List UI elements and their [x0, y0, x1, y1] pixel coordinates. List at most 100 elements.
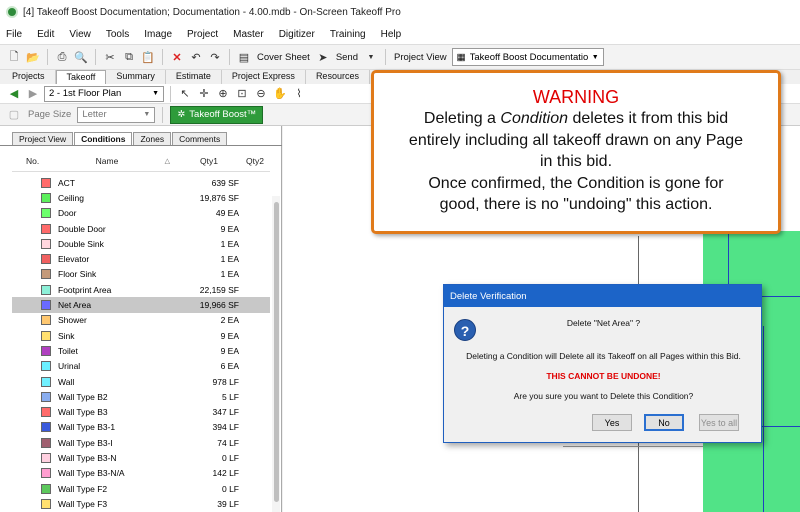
menu-edit[interactable]: Edit	[37, 29, 54, 40]
measure-icon[interactable]: ⌇	[291, 86, 307, 102]
table-row[interactable]: Net Area 19,966 SF	[12, 297, 270, 313]
condition-qty1: 9 EA	[220, 330, 239, 341]
redo-icon[interactable]: ↷	[207, 49, 223, 65]
table-row[interactable]: Wall Type B2 5 LF	[12, 389, 270, 404]
table-row[interactable]: ACT 639 SF	[12, 175, 270, 190]
column-header-qty2[interactable]: Qty2	[218, 156, 264, 171]
column-header-no[interactable]: No.	[12, 156, 42, 171]
send-icon[interactable]: ➤	[315, 49, 331, 65]
paste-icon[interactable]: 📋	[140, 49, 156, 65]
new-file-icon[interactable]: 🗋	[6, 49, 22, 65]
zoom-window-icon[interactable]: ⊡	[234, 86, 250, 102]
menu-project[interactable]: Project	[187, 29, 218, 40]
table-row[interactable]: Wall 978 LF	[12, 374, 270, 389]
table-row[interactable]: Wall Type B3-N 0 LF	[12, 450, 270, 465]
tab-comments[interactable]: Comments	[172, 132, 228, 145]
condition-color-swatch	[41, 315, 51, 326]
condition-name: Shower	[58, 315, 87, 326]
table-row[interactable]: Sink 9 EA	[12, 328, 270, 343]
tab-summary[interactable]: Summary	[106, 70, 166, 84]
table-row[interactable]: Wall Type F2 0 LF	[12, 481, 270, 496]
condition-name: Wall Type F3	[58, 498, 108, 509]
table-row[interactable]: Floor Sink 1 EA	[12, 267, 270, 282]
tab-project-view[interactable]: Project View	[12, 132, 74, 145]
table-row[interactable]: Double Sink 1 EA	[12, 236, 270, 251]
tab-resources[interactable]: Resources	[306, 70, 370, 84]
tab-projects[interactable]: Projects	[2, 70, 56, 84]
condition-color-swatch	[41, 300, 51, 311]
table-row[interactable]: Wall Type B3-1 394 LF	[12, 420, 270, 435]
table-row[interactable]: Elevator 1 EA	[12, 251, 270, 266]
warning-callout: WARNING Deleting a Condition deletes it …	[371, 70, 781, 234]
menu-image[interactable]: Image	[144, 29, 172, 40]
menu-bar: File Edit View Tools Image Project Maste…	[0, 24, 800, 44]
conditions-scrollbar[interactable]	[272, 196, 280, 512]
scrollbar-thumb[interactable]	[274, 202, 279, 502]
print-icon[interactable]: ⎙	[54, 49, 70, 65]
table-row[interactable]: Toilet 9 EA	[12, 343, 270, 358]
table-row[interactable]: Ceiling 19,876 SF	[12, 190, 270, 205]
dialog-title: Delete Verification	[444, 285, 761, 307]
condition-name: Double Door	[58, 223, 106, 234]
table-row[interactable]: Wall Type B3-I 74 LF	[12, 435, 270, 450]
back-icon[interactable]: ◀	[6, 86, 22, 102]
table-row[interactable]: Double Door 9 EA	[12, 221, 270, 236]
column-header-name[interactable]: Name △	[42, 156, 172, 171]
takeoff-boost-button[interactable]: ✲ Takeoff Boost™	[170, 105, 264, 124]
copy-icon[interactable]: ⧉	[121, 49, 137, 65]
table-row[interactable]: Footprint Area 22,159 SF	[12, 282, 270, 297]
menu-training[interactable]: Training	[330, 29, 366, 40]
crosshair-icon[interactable]: ✛	[196, 86, 212, 102]
sort-ascending-icon: △	[164, 158, 170, 165]
print-preview-icon[interactable]: 🔍	[73, 49, 89, 65]
zoom-out-icon[interactable]: ⊖	[253, 86, 269, 102]
send-button[interactable]: Send	[334, 52, 360, 63]
open-folder-icon[interactable]: 📂	[25, 49, 41, 65]
condition-qty1: 22,159 SF	[199, 284, 239, 295]
menu-view[interactable]: View	[69, 29, 91, 40]
project-combo[interactable]: ▦ Takeoff Boost Documentatio ▼	[451, 48, 604, 66]
table-row[interactable]: Wall Type F3 39 LF	[12, 496, 270, 511]
condition-name: Double Sink	[58, 238, 104, 249]
page-size-combo[interactable]: Letter ▼	[77, 106, 156, 123]
zoom-icon[interactable]: ⊕	[215, 86, 231, 102]
cover-sheet-button[interactable]: Cover Sheet	[255, 52, 312, 63]
table-row[interactable]: Urinal 6 EA	[12, 359, 270, 374]
tab-conditions[interactable]: Conditions	[74, 132, 133, 145]
toolbar-divider	[170, 85, 171, 102]
menu-master[interactable]: Master	[233, 29, 264, 40]
undo-icon[interactable]: ↶	[188, 49, 204, 65]
no-button[interactable]: No	[644, 414, 684, 431]
menu-digitizer[interactable]: Digitizer	[279, 29, 315, 40]
table-row[interactable]: Shower 2 EA	[12, 313, 270, 328]
yes-to-all-button[interactable]: Yes to all	[699, 414, 739, 431]
tab-estimate[interactable]: Estimate	[166, 70, 222, 84]
delete-icon[interactable]: ✕	[169, 49, 185, 65]
table-row[interactable]: Door 49 EA	[12, 206, 270, 221]
column-header-qty1[interactable]: Qty1	[172, 156, 218, 171]
column-header-name-label: Name	[95, 156, 119, 166]
condition-color-swatch	[41, 452, 51, 463]
condition-qty1: 74 LF	[217, 437, 239, 448]
condition-name: Sink	[58, 330, 75, 341]
condition-name: Door	[58, 208, 77, 219]
menu-file[interactable]: File	[6, 29, 22, 40]
tab-project-express[interactable]: Project Express	[222, 70, 306, 84]
plan-dimension-line	[563, 446, 703, 447]
project-view-button[interactable]: Project View	[392, 52, 449, 63]
cut-icon[interactable]: ✂	[102, 49, 118, 65]
page-combo[interactable]: 2 - 1st Floor Plan ▼	[44, 85, 164, 102]
condition-color-swatch	[41, 376, 51, 387]
table-row[interactable]: Wall Type B3-N/A 142 LF	[12, 466, 270, 481]
table-row[interactable]: Wall Type B3 347 LF	[12, 404, 270, 419]
forward-icon[interactable]: ▶	[25, 86, 41, 102]
cover-sheet-icon[interactable]: ▤	[236, 49, 252, 65]
pan-icon[interactable]: ✋	[272, 86, 288, 102]
menu-help[interactable]: Help	[381, 29, 402, 40]
yes-button[interactable]: Yes	[592, 414, 632, 431]
pointer-icon[interactable]: ↖	[177, 86, 193, 102]
tab-takeoff[interactable]: Takeoff	[55, 70, 107, 84]
tab-zones[interactable]: Zones	[133, 132, 172, 145]
menu-tools[interactable]: Tools	[106, 29, 129, 40]
chevron-down-icon[interactable]: ▼	[363, 49, 379, 65]
